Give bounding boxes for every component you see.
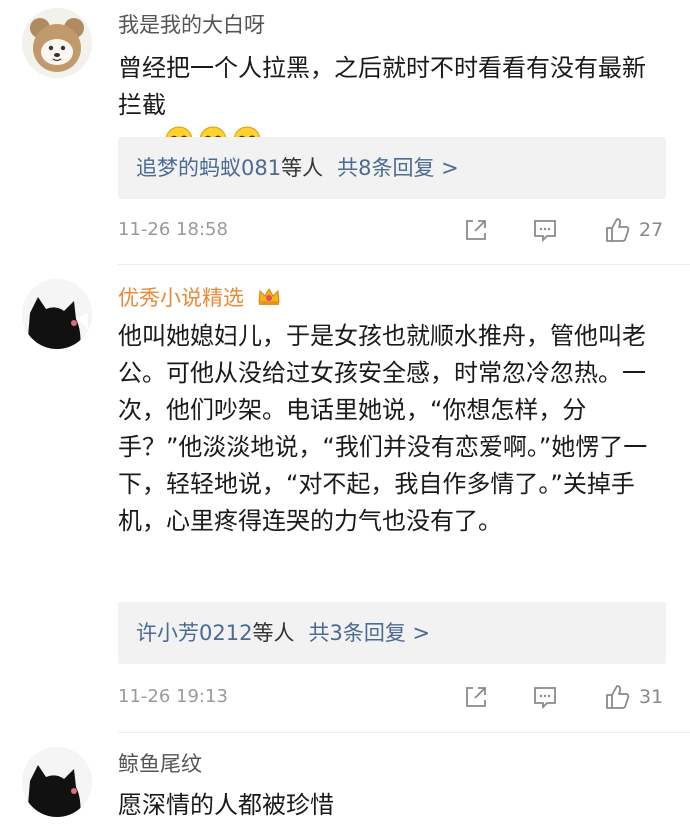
divider <box>118 732 690 733</box>
share-button[interactable] <box>463 682 489 712</box>
crown-badge-icon <box>257 286 281 312</box>
reply-usernames[interactable]: 许小芳0212 <box>136 621 252 645</box>
share-icon <box>466 687 486 707</box>
comment-icon <box>534 220 556 243</box>
username-text[interactable]: 优秀小说精选 <box>118 286 244 310</box>
timestamp: 11-26 19:13 <box>118 686 228 707</box>
reply-others-label: 等人 <box>281 156 324 180</box>
like-count: 27 <box>639 219 664 241</box>
comment-icon <box>534 687 556 710</box>
like-button[interactable]: 31 <box>603 682 663 712</box>
comment-text-content: 曾经把一个人拉黑，之后就时不时看看有没有最新拦截 <box>118 54 646 119</box>
like-count: 31 <box>639 686 664 708</box>
timestamp: 11-26 18:58 <box>118 219 228 240</box>
bear-mask-avatar-icon <box>22 8 92 78</box>
share-button[interactable] <box>463 215 489 245</box>
avatar[interactable] <box>22 279 92 349</box>
black-cat-avatar-icon <box>22 747 92 817</box>
like-button[interactable]: 27 <box>603 215 663 245</box>
reply-usernames[interactable]: 追梦的蚂蚁081 <box>136 156 281 180</box>
reply-others-label: 等人 <box>252 621 295 645</box>
username[interactable]: 优秀小说精选 <box>118 285 281 312</box>
replies-preview[interactable]: 追梦的蚂蚁081等人 共8条回复 > <box>118 137 666 199</box>
replies-preview[interactable]: 许小芳0212等人 共3条回复 > <box>118 602 666 664</box>
comment-item: 我是我的大白呀 曾经把一个人拉黑，之后就时不时看看有没有最新拦截 追梦的蚂蚁08… <box>0 0 690 265</box>
username[interactable]: 我是我的大白呀 <box>118 12 265 38</box>
avatar[interactable] <box>22 8 92 78</box>
comment-meta: 11-26 18:58 27 <box>118 215 666 245</box>
comment-text: 他叫她媳妇儿，于是女孩也就顺水推舟，管他叫老公。可他从没给过女孩安全感，时常忽冷… <box>118 322 648 535</box>
reply-count-link[interactable]: 共8条回复 > <box>337 156 459 180</box>
comment-text: 愿深情的人都被珍惜 <box>118 791 334 819</box>
comment-button[interactable] <box>532 682 558 712</box>
username[interactable]: 鲸鱼尾纹 <box>118 751 202 777</box>
share-icon <box>466 220 486 240</box>
comment-item: 鲸鱼尾纹 愿深情的人都被珍惜 <box>0 735 690 830</box>
like-icon <box>606 218 630 242</box>
comment-item: 优秀小说精选 他叫她媳妇儿，于是女孩也就顺水推舟，管他叫老公。可他从没给过女孩安… <box>0 265 690 735</box>
avatar[interactable] <box>22 747 92 817</box>
comment-meta: 11-26 19:13 31 <box>118 682 666 712</box>
black-cat-avatar-icon <box>22 279 92 349</box>
like-icon <box>606 685 630 709</box>
reply-count-link[interactable]: 共3条回复 > <box>308 621 430 645</box>
comment-button[interactable] <box>532 215 558 245</box>
